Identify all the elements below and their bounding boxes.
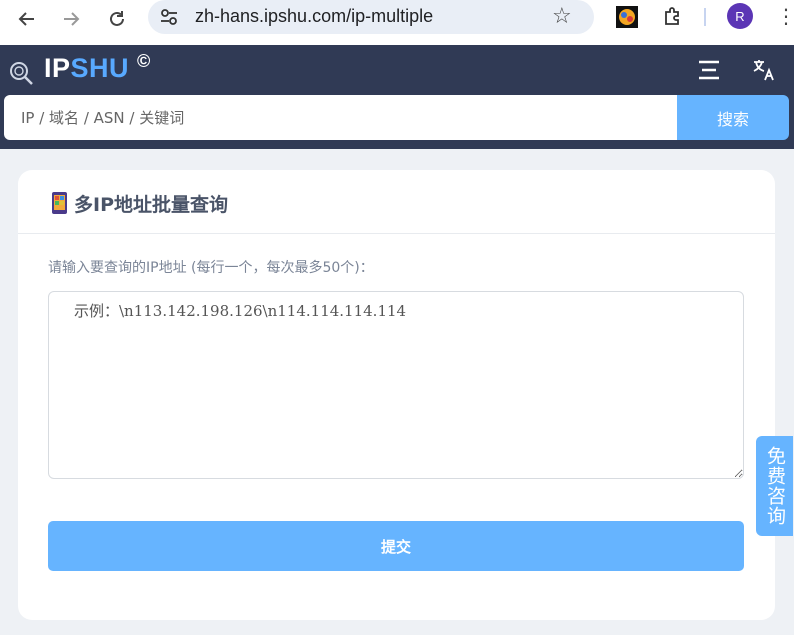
search-input[interactable] — [4, 95, 677, 140]
address-bar[interactable]: zh-hans.ipshu.com/ip-multiple ☆ — [148, 0, 594, 34]
card-header: 多IP地址批量查询 — [18, 170, 775, 234]
logo-copyright: © — [137, 51, 151, 71]
logo-shu: SHU — [70, 53, 130, 83]
batch-query-card: 多IP地址批量查询 请输入要查询的IP地址 (每行一个，每次最多50个)： 提交 — [18, 170, 775, 620]
profile-avatar[interactable]: R — [727, 3, 753, 29]
search-bar: 搜索 — [4, 95, 789, 140]
language-switch-icon[interactable] — [752, 58, 776, 82]
reload-icon[interactable] — [102, 4, 132, 34]
browser-toolbar: zh-hans.ipshu.com/ip-multiple ☆ R ⋮ — [0, 0, 794, 45]
extensions-puzzle-icon[interactable] — [662, 6, 684, 28]
free-consult-button[interactable]: 免费咨询 — [756, 436, 793, 536]
mobile-phone-icon — [52, 192, 67, 214]
forward-icon[interactable] — [56, 4, 86, 34]
submit-button[interactable]: 提交 — [48, 521, 744, 571]
extension-brain-icon[interactable] — [616, 6, 638, 28]
more-menu-icon[interactable]: ⋮ — [776, 3, 794, 29]
logo-ip: IP — [44, 53, 71, 83]
ip-list-textarea[interactable] — [48, 291, 744, 479]
toolbar-divider — [704, 8, 706, 26]
back-icon[interactable] — [12, 4, 42, 34]
search-button[interactable]: 搜索 — [677, 95, 789, 140]
site-logo[interactable]: IPSHU © — [44, 51, 151, 84]
input-instruction: 请输入要查询的IP地址 (每行一个，每次最多50个)： — [48, 260, 374, 276]
hamburger-menu-icon[interactable] — [698, 60, 720, 80]
site-settings-icon[interactable] — [160, 8, 178, 26]
url-text[interactable]: zh-hans.ipshu.com/ip-multiple — [195, 6, 433, 27]
bookmark-star-icon[interactable]: ☆ — [552, 4, 572, 29]
page-title: 多IP地址批量查询 — [74, 194, 228, 216]
magnifier-logo-icon — [10, 62, 33, 85]
site-header: IPSHU © 搜索 — [0, 45, 794, 149]
